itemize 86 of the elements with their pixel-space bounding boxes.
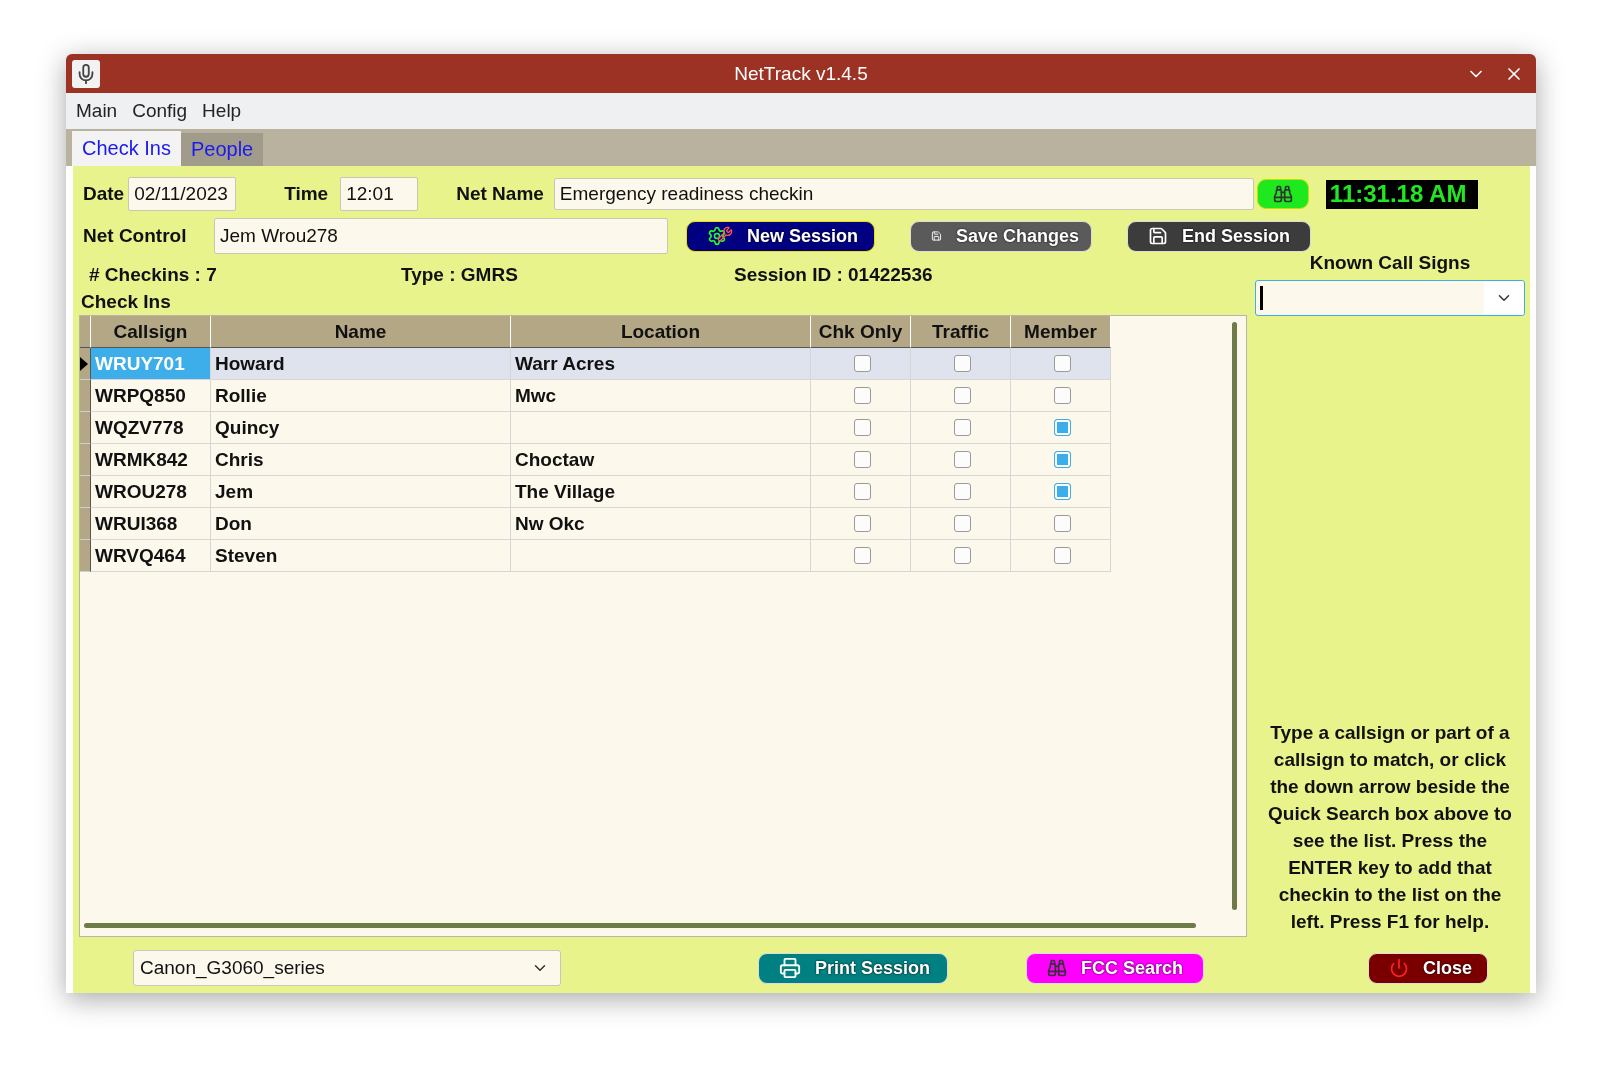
checkbox[interactable]: [954, 387, 971, 404]
checkbox[interactable]: [1054, 419, 1071, 436]
checkbox[interactable]: [1054, 387, 1071, 404]
net-type: Type : GMRS: [401, 263, 519, 286]
search-button[interactable]: [1256, 179, 1309, 209]
end-session-button[interactable]: End Session: [1127, 220, 1311, 252]
table-cell[interactable]: [511, 412, 811, 444]
new-session-button[interactable]: New Session: [686, 220, 875, 252]
checkbox[interactable]: [1054, 547, 1071, 564]
time-label: Time: [284, 183, 329, 205]
group-title: Check Ins: [80, 291, 172, 313]
checkbox[interactable]: [954, 419, 971, 436]
table-cell[interactable]: Nw Okc: [511, 508, 811, 540]
table-cell[interactable]: Chris: [211, 444, 511, 476]
checkbox[interactable]: [854, 451, 871, 468]
horizontal-scrollbar[interactable]: [84, 923, 1196, 928]
table-cell[interactable]: Choctaw: [511, 444, 811, 476]
microphone-icon: [72, 59, 100, 88]
call-sign-combobox[interactable]: [1255, 280, 1525, 316]
table-cell[interactable]: Steven: [211, 540, 511, 572]
menu-item[interactable]: Config: [132, 100, 188, 122]
table-cell[interactable]: Jem: [211, 476, 511, 508]
checkbox[interactable]: [1054, 483, 1071, 500]
save-changes-button[interactable]: Save Changes: [910, 220, 1092, 252]
table-cell[interactable]: WQZV778: [91, 412, 211, 444]
table-cell[interactable]: The Village: [511, 476, 811, 508]
text-cursor: [1260, 286, 1263, 310]
window-title: NetTrack v1.4.5: [734, 62, 868, 84]
power-icon: [1389, 958, 1409, 978]
table-cell[interactable]: WRVQ464: [91, 540, 211, 572]
net-control-field[interactable]: Jem Wrou278: [214, 218, 668, 254]
table-cell[interactable]: WRPQ850: [91, 380, 211, 412]
table-cell[interactable]: [511, 540, 811, 572]
time-field[interactable]: 12:01: [340, 177, 419, 211]
menu-item[interactable]: Main: [76, 100, 118, 122]
binoculars-icon: [1047, 958, 1067, 978]
checkbox[interactable]: [1054, 515, 1071, 532]
printer-icon: [779, 957, 801, 979]
checkbox[interactable]: [854, 419, 871, 436]
session-id: Session ID : 01422536: [734, 263, 934, 286]
table-cell[interactable]: WROU278: [91, 476, 211, 508]
vertical-scrollbar[interactable]: [1232, 322, 1237, 910]
checkbox[interactable]: [854, 355, 871, 372]
row-header-corner: [80, 316, 91, 348]
table-cell[interactable]: Howard: [211, 348, 511, 380]
table-cell[interactable]: Mwc: [511, 380, 811, 412]
menu-item[interactable]: Help: [202, 100, 242, 122]
row-pointer-icon: [80, 356, 88, 371]
table-cell[interactable]: Quincy: [211, 412, 511, 444]
printer-combobox[interactable]: Canon_G3060_series: [133, 950, 561, 986]
checkbox[interactable]: [954, 483, 971, 500]
close-app-button[interactable]: Close: [1368, 952, 1488, 984]
checkbox[interactable]: [854, 483, 871, 500]
checkbox[interactable]: [854, 387, 871, 404]
checkbox[interactable]: [954, 451, 971, 468]
net-name-label: Net Name: [456, 183, 544, 205]
checkbox[interactable]: [1054, 355, 1071, 372]
clock-display: 11:31.18 AM: [1325, 179, 1478, 209]
net-name-field[interactable]: Emergency readiness checkin: [553, 178, 1254, 210]
column-header[interactable]: Location: [511, 316, 811, 348]
date-label: Date: [83, 183, 125, 205]
checkins-count: # Checkins : 7: [89, 263, 218, 286]
column-header[interactable]: Member: [1011, 316, 1111, 348]
table-cell[interactable]: WRMK842: [91, 444, 211, 476]
gear-wrench-icon: [707, 226, 733, 246]
table-cell[interactable]: WRUI368: [91, 508, 211, 540]
table-cell[interactable]: Rollie: [211, 380, 511, 412]
binoculars-icon: [1272, 184, 1293, 204]
checkbox[interactable]: [1054, 451, 1071, 468]
column-header[interactable]: Traffic: [911, 316, 1011, 348]
checkbox[interactable]: [954, 355, 971, 372]
table-cell[interactable]: Don: [211, 508, 511, 540]
checkbox[interactable]: [854, 515, 871, 532]
table-cell[interactable]: Warr Acres: [511, 348, 811, 380]
known-call-signs-label: Known Call Signs: [1309, 252, 1471, 274]
checkbox[interactable]: [954, 547, 971, 564]
tab[interactable]: Check Ins: [72, 131, 181, 166]
checkbox[interactable]: [854, 547, 871, 564]
net-control-label: Net Control: [83, 225, 188, 247]
checkbox[interactable]: [954, 515, 971, 532]
column-header[interactable]: Chk Only: [811, 316, 911, 348]
date-field[interactable]: 02/11/2023: [128, 177, 237, 211]
help-text: Type a callsign or part of a callsign to match, or click the down arrow beside the Quick Search box above to see the list. Press the ENTER key to add that checkin to the list on the left. Press F1 for help.: [1267, 721, 1513, 934]
print-session-button[interactable]: Print Session: [758, 952, 948, 984]
column-header[interactable]: Name: [211, 316, 511, 348]
column-header[interactable]: Callsign: [91, 316, 211, 348]
